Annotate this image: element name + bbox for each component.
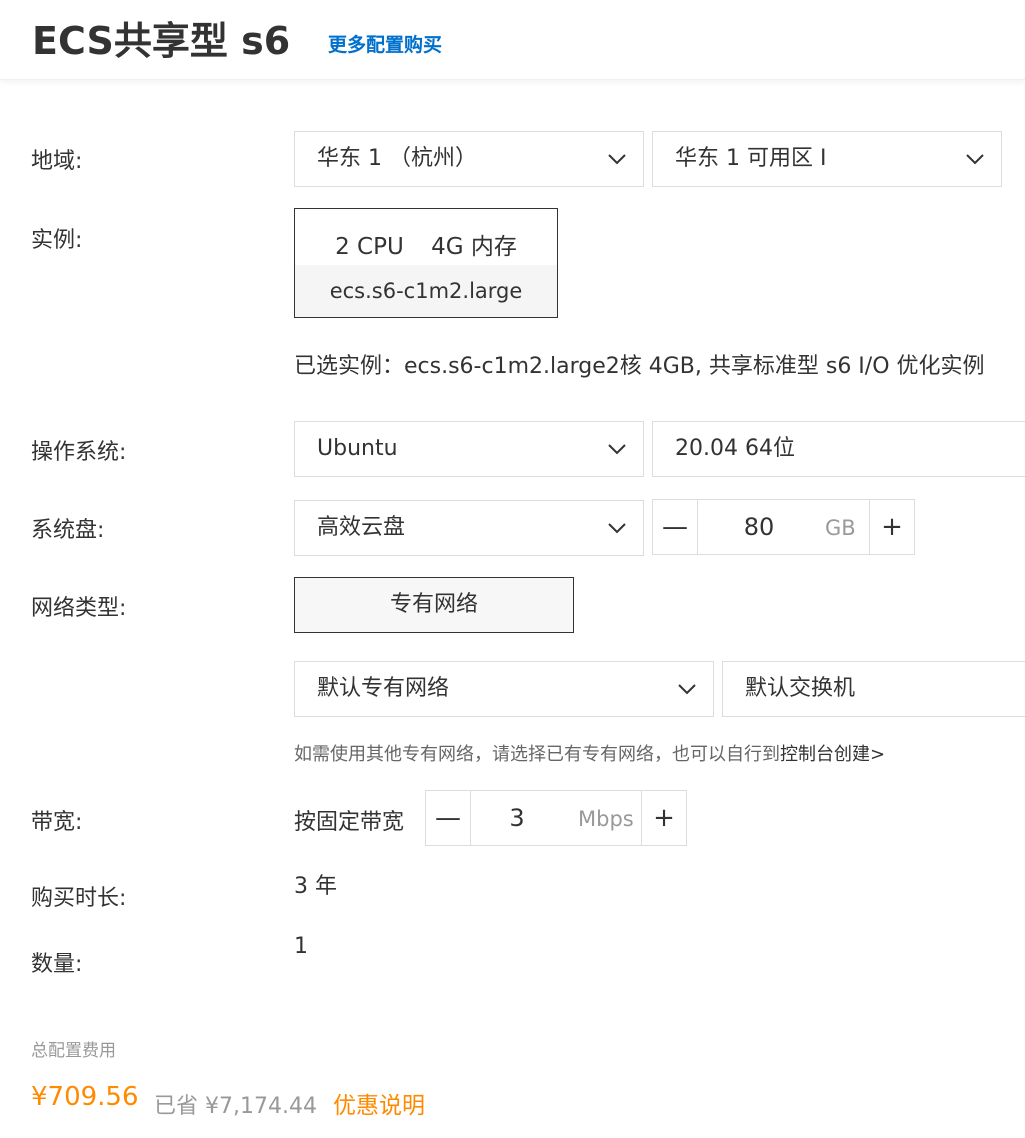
os-label: 操作系统: [31,440,127,465]
instance-specs: 2 CPU 4G 内存 [295,227,557,267]
vswitch-select-value: 默认交换机 [745,676,856,701]
bandwidth-unit: Mbps [578,807,634,831]
network-hint-text: 如需使用其他专有网络，请选择已有专有网络，也可以自行到 [294,744,780,765]
quantity-label: 数量: [31,952,83,977]
disk-type-select[interactable]: 高效云盘 [294,500,644,556]
instance-label: 实例: [31,228,83,253]
total-cost-label: 总配置费用 [31,1041,116,1061]
disk-size-unit: GB [825,516,856,540]
page-header: ECS共享型 s6 更多配置购买 [0,0,1025,80]
network-hint: 如需使用其他专有网络，请选择已有专有网络，也可以自行到控制台创建> [294,740,885,766]
bandwidth-decrement-button[interactable]: — [426,791,471,845]
vpc-network-button[interactable]: 专有网络 [294,577,574,633]
zone-select-value: 华东 1 可用区 I [675,146,827,171]
disk-size-input[interactable]: 80 [699,500,819,554]
console-create-link[interactable]: 控制台创建> [780,744,885,765]
page-title: ECS共享型 s6 [32,19,291,63]
chevron-down-icon [966,154,984,165]
instance-cpu: 2 CPU [335,234,404,260]
zone-select[interactable]: 华东 1 可用区 I [652,131,1002,187]
total-price: ¥709.56 [31,1082,139,1112]
network-type-label: 网络类型: [31,596,127,621]
region-select-value: 华东 1 （杭州） [317,146,477,171]
instance-memory: 4G 内存 [431,234,517,260]
duration-value: 3 年 [294,874,337,899]
bandwidth-label: 带宽: [31,810,83,835]
region-label: 地域: [31,149,83,174]
region-select[interactable]: 华东 1 （杭州） [294,131,644,187]
vpc-select[interactable]: 默认专有网络 [294,661,714,717]
more-config-link[interactable]: 更多配置购买 [328,30,442,57]
system-disk-label: 系统盘: [31,518,105,543]
instance-model: ecs.s6-c1m2.large [295,265,557,317]
os-select[interactable]: Ubuntu [294,421,644,477]
promo-info-link[interactable]: 优惠说明 [333,1086,425,1120]
bandwidth-stepper: — 3 Mbps + [425,790,687,846]
selected-instance-text: 已选实例：ecs.s6-c1m2.large2核 4GB, 共享标准型 s6 I… [294,354,985,379]
saved-amount: 已省 ¥7,174.44 [154,1094,317,1119]
os-version-value: 20.04 64位 [675,436,795,461]
bandwidth-increment-button[interactable]: + [641,791,686,845]
os-select-value: Ubuntu [317,436,398,461]
disk-type-value: 高效云盘 [317,515,406,540]
duration-label: 购买时长: [31,886,127,911]
vpc-select-value: 默认专有网络 [317,676,450,701]
bandwidth-input[interactable]: 3 [472,791,562,845]
disk-size-increment-button[interactable]: + [869,500,914,554]
chevron-down-icon [608,523,626,534]
disk-size-decrement-button[interactable]: — [653,500,698,554]
disk-size-stepper: — 80 GB + [652,499,915,555]
vswitch-select[interactable]: 默认交换机 [722,661,1025,717]
chevron-down-icon [608,444,626,455]
quantity-value: 1 [294,934,308,959]
instance-option-card[interactable]: 2 CPU 4G 内存 ecs.s6-c1m2.large [294,208,558,318]
bandwidth-type: 按固定带宽 [294,810,405,835]
os-version-select[interactable]: 20.04 64位 [652,421,1025,477]
chevron-down-icon [678,684,696,695]
chevron-down-icon [608,154,626,165]
